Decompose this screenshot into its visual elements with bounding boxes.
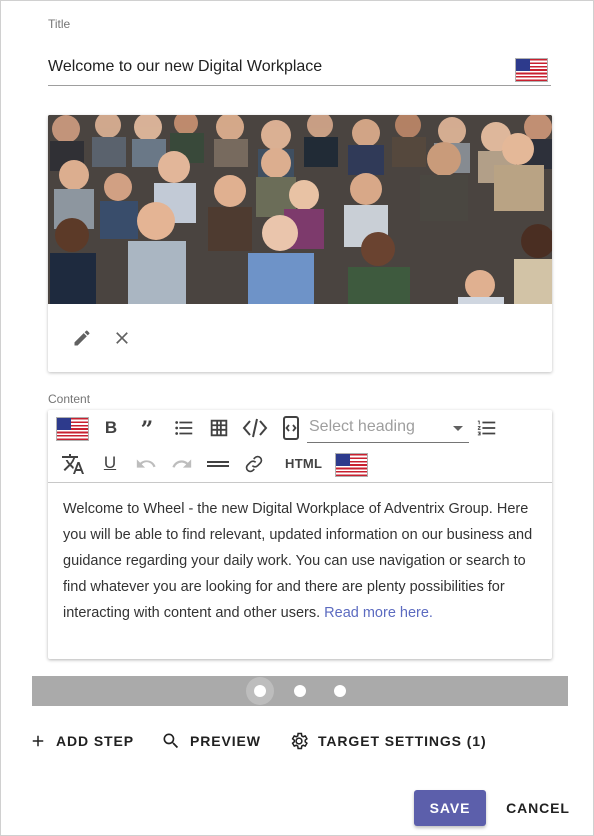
title-input[interactable]: Welcome to our new Digital Workplace — [48, 58, 322, 76]
chevron-down-icon — [453, 426, 463, 431]
table-icon[interactable] — [205, 413, 233, 443]
pencil-icon[interactable] — [66, 322, 98, 354]
image-actions — [48, 304, 552, 372]
preview-label: PREVIEW — [190, 733, 261, 749]
redo-icon[interactable] — [168, 449, 196, 479]
html-button[interactable]: HTML — [285, 449, 322, 479]
close-icon[interactable] — [106, 322, 138, 354]
cancel-button[interactable]: CANCEL — [501, 790, 575, 826]
blockquote-button[interactable]: ” — [134, 415, 160, 445]
step-indicator — [32, 676, 568, 706]
translate-icon[interactable] — [59, 449, 87, 479]
link-icon[interactable] — [240, 449, 268, 479]
body-text: Welcome to Wheel - the new Digital Workp… — [63, 501, 533, 621]
image-card — [48, 115, 552, 372]
bold-button[interactable]: B — [98, 413, 124, 443]
content-label: Content — [48, 392, 91, 406]
editor-body[interactable]: Welcome to Wheel - the new Digital Workp… — [63, 496, 541, 626]
step-dot-1[interactable] — [254, 685, 266, 697]
plus-icon — [32, 735, 44, 747]
us-flag-icon[interactable] — [516, 59, 547, 81]
dialog: Title Welcome to our new Digital Workpla… — [0, 0, 594, 836]
source-icon[interactable] — [278, 413, 304, 443]
step-dot-3[interactable] — [334, 685, 346, 697]
horizontal-line-icon[interactable] — [204, 449, 232, 479]
read-more-link[interactable]: Read more here. — [324, 605, 433, 621]
search-icon — [163, 733, 179, 749]
code-icon[interactable] — [240, 413, 270, 443]
rich-text-editor: B ” Select heading U HTML Welcome to Whe… — [48, 410, 552, 659]
gear-icon — [291, 732, 308, 750]
heading-placeholder: Select heading — [309, 418, 415, 435]
title-field[interactable]: Welcome to our new Digital Workplace — [48, 49, 551, 86]
underline-button[interactable]: U — [97, 448, 123, 478]
language-flag-button[interactable] — [56, 414, 88, 444]
us-flag-icon — [56, 418, 88, 440]
bulleted-list-icon[interactable] — [170, 413, 198, 443]
title-label: Title — [48, 17, 71, 31]
target-settings-label: TARGET SETTINGS (1) — [318, 733, 487, 749]
editor-toolbar: B ” Select heading U HTML — [48, 410, 552, 483]
numbered-list-icon[interactable] — [473, 413, 501, 443]
target-settings-button[interactable]: TARGET SETTINGS (1) — [289, 729, 487, 753]
add-step-button[interactable]: ADD STEP — [29, 729, 134, 753]
step-dot-2[interactable] — [294, 685, 306, 697]
heading-select[interactable]: Select heading — [307, 413, 469, 443]
save-button[interactable]: SAVE — [414, 790, 486, 826]
crowd-photo — [48, 115, 552, 304]
language-flag-button-2[interactable] — [335, 450, 367, 480]
add-step-label: ADD STEP — [56, 733, 134, 749]
us-flag-icon — [335, 454, 367, 476]
undo-icon[interactable] — [132, 449, 160, 479]
preview-button[interactable]: PREVIEW — [161, 729, 261, 753]
